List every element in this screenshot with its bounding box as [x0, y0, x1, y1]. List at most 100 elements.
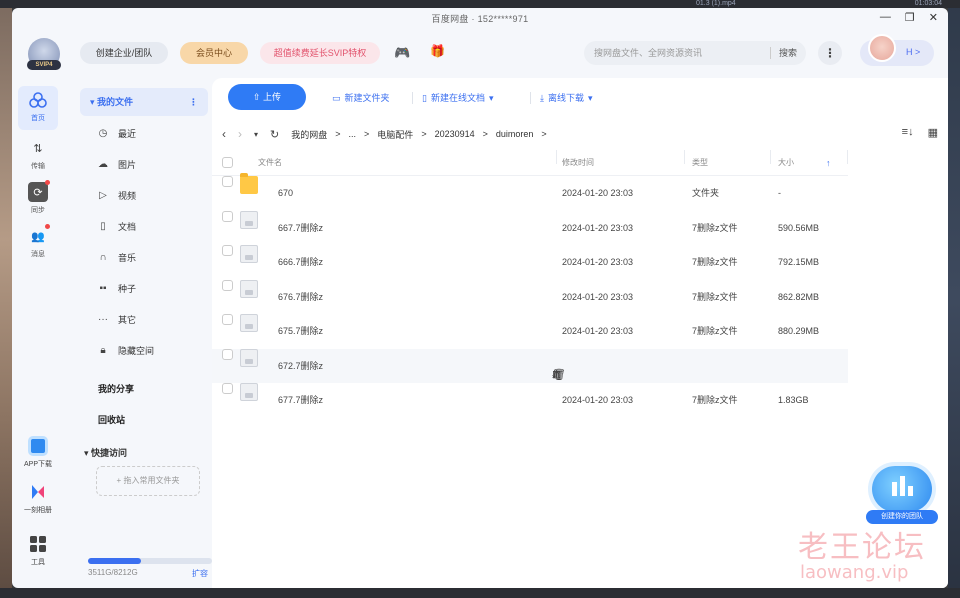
rail-label-app-download: APP下载: [23, 461, 52, 468]
sort-list-icon[interactable]: ≡↓: [902, 126, 914, 139]
search-input[interactable]: 搜网盘文件、全网资源资讯: [594, 41, 702, 65]
notification-dot: [45, 224, 50, 229]
breadcrumb-separator: >: [421, 129, 427, 139]
forward-arrow-icon[interactable]: ›: [238, 127, 242, 141]
table-row[interactable]: 666.7删除z 2024-01-20 23:03 7删除z文件 792.15M…: [212, 245, 848, 280]
title-bar[interactable]: 百度网盘 · 152*****971 — ❐ ✕: [12, 8, 948, 28]
select-all-checkbox[interactable]: [222, 157, 233, 168]
column-divider[interactable]: [770, 150, 771, 164]
history-dropdown-icon[interactable]: ▾: [254, 130, 258, 139]
rail-item-transfer[interactable]: ⇅ 传输: [18, 138, 58, 171]
sidebar-item-my-files[interactable]: ▾ 我的文件 ⋮: [80, 88, 208, 116]
promo-button[interactable]: 超值续费延长SVIP特权: [260, 42, 380, 64]
breadcrumb-item[interactable]: duimoren: [496, 129, 534, 139]
gift-icon[interactable]: 🎁: [430, 44, 445, 58]
sidebar-item-seeds[interactable]: ▪▪ 种子: [96, 279, 136, 299]
sidebar-item-label: 隐藏空间: [118, 346, 155, 356]
refresh-icon[interactable]: ↻: [270, 128, 279, 141]
doc-plus-icon: ▯: [422, 93, 427, 103]
breadcrumb-item[interactable]: ...: [349, 129, 357, 139]
file-name[interactable]: 677.7删除z: [278, 383, 323, 417]
sidebar-item-hidden-space[interactable]: 🔒︎ 隐藏空间: [96, 341, 154, 361]
rail-item-album[interactable]: 一刻相册: [16, 482, 60, 515]
column-divider[interactable]: [556, 150, 557, 164]
sidebar-item-images[interactable]: ☁ 图片: [96, 155, 136, 175]
sidebar-item-videos[interactable]: ▷ 视频: [96, 186, 136, 206]
breadcrumb-item[interactable]: 20230914: [435, 129, 475, 139]
game-icon[interactable]: 🎮: [394, 45, 410, 61]
minimize-button[interactable]: —: [880, 11, 891, 24]
search-box[interactable]: 搜网盘文件、全网资源资讯 搜索: [584, 41, 806, 65]
sidebar-item-other[interactable]: ··· 其它: [96, 310, 136, 330]
more-menu-button[interactable]: ⋮: [818, 41, 842, 65]
maximize-button[interactable]: ❐: [905, 11, 915, 24]
toolbar-divider: [530, 92, 531, 104]
sidebar-item-documents[interactable]: ▯ 文档: [96, 217, 136, 237]
row-checkbox[interactable]: [222, 348, 233, 360]
back-arrow-icon[interactable]: ‹: [222, 127, 226, 141]
file-modified: 2024-01-20 23:03: [562, 291, 634, 302]
rail-item-message[interactable]: 👥 消息: [18, 224, 58, 259]
file-name[interactable]: 676.7删除z: [278, 280, 323, 314]
file-name[interactable]: 672.7删除z: [278, 349, 323, 383]
header-name[interactable]: 文件名: [258, 150, 282, 176]
member-center-button[interactable]: 会员中心: [180, 42, 248, 64]
table-row[interactable]: 667.7删除z 2024-01-20 23:03 7删除z文件 590.56M…: [212, 210, 848, 246]
expand-storage-link[interactable]: 扩容: [192, 568, 208, 579]
sidebar-item-recycle-bin[interactable]: 回收站: [98, 413, 125, 426]
breadcrumb-item[interactable]: 我的网盘: [291, 128, 327, 141]
row-checkbox[interactable]: [222, 383, 233, 394]
breadcrumb-item[interactable]: 电脑配件: [377, 128, 413, 141]
create-business-button[interactable]: 创建企业/团队: [80, 42, 168, 64]
file-name[interactable]: 670: [278, 176, 293, 210]
file-name[interactable]: 667.7删除z: [278, 211, 323, 245]
new-folder-button[interactable]: ▭ 新建文件夹: [332, 90, 390, 106]
sidebar-item-recent[interactable]: ◷ 最近: [96, 124, 136, 144]
file-name[interactable]: 675.7删除z: [278, 314, 323, 348]
rail-item-tools[interactable]: 工具: [16, 534, 60, 567]
rail-label-tools: 工具: [31, 559, 45, 566]
row-checkbox[interactable]: [222, 210, 233, 222]
header-type[interactable]: 类型: [692, 150, 708, 176]
table-row[interactable]: 675.7删除z 2024-01-20 23:03 7删除z文件 880.29M…: [212, 314, 848, 349]
sidebar-item-label: 种子: [118, 284, 137, 294]
more-icon[interactable]: ⋮: [189, 88, 198, 116]
phone-icon: [28, 436, 48, 456]
avatar[interactable]: [868, 34, 896, 62]
header-size[interactable]: 大小: [778, 150, 794, 176]
desktop-background-right: [948, 0, 960, 598]
new-online-doc-button[interactable]: ▯ 新建在线文档 ▾: [422, 90, 494, 106]
path-bar: ‹ › ▾ ↻ 我的网盘 > ... > 电脑配件 > 20230914 > d…: [222, 124, 547, 144]
rail-item-sync[interactable]: ⟳ 同步: [18, 180, 58, 215]
offline-download-label: 离线下载: [547, 93, 584, 103]
header-modified[interactable]: 修改时间: [562, 150, 594, 176]
table-row[interactable]: 677.7删除z 2024-01-20 23:03 7删除z文件 1.83GB: [212, 383, 848, 418]
sidebar-quick-access[interactable]: ▾ 快捷访问: [84, 446, 127, 459]
column-divider[interactable]: [847, 150, 848, 164]
offline-download-button[interactable]: ⤓ 离线下载 ▾: [540, 90, 593, 106]
profile-badge[interactable]: H >: [906, 47, 920, 57]
close-button[interactable]: ✕: [929, 11, 938, 24]
grid-view-icon[interactable]: ▦: [928, 126, 938, 139]
file-type: 7删除z文件: [692, 326, 738, 336]
sidebar-item-music[interactable]: ∩ 音乐: [96, 248, 136, 268]
row-checkbox[interactable]: [222, 245, 233, 256]
rail-item-app-download[interactable]: APP下载: [16, 436, 60, 469]
view-controls: ≡↓ ▦: [902, 126, 938, 139]
column-divider[interactable]: [684, 150, 685, 164]
search-button[interactable]: 搜索: [774, 41, 802, 65]
sidebar-item-my-share[interactable]: 我的分享: [98, 382, 134, 395]
rail-item-home[interactable]: 首页: [18, 86, 58, 130]
drop-folder-zone[interactable]: + 拖入常用文件夹: [96, 466, 200, 496]
breadcrumb-separator: >: [335, 129, 341, 139]
table-row[interactable]: 672.7删除z ⋔ ⤓ 🗑︎ ⊡: [212, 348, 848, 383]
table-row[interactable]: 676.7删除z 2024-01-20 23:03 7删除z文件 862.82M…: [212, 279, 848, 315]
upload-button[interactable]: ⇧ 上传: [228, 84, 306, 110]
sort-ascending-icon[interactable]: ↑: [826, 150, 831, 176]
table-row[interactable]: 670 2024-01-20 23:03 文件夹 -: [212, 173, 848, 211]
file-name[interactable]: 666.7删除z: [278, 245, 323, 279]
row-checkbox[interactable]: [222, 314, 233, 325]
create-team-widget[interactable]: 创建你的团队: [866, 460, 938, 524]
row-checkbox[interactable]: [222, 279, 233, 291]
row-checkbox[interactable]: [222, 176, 233, 187]
